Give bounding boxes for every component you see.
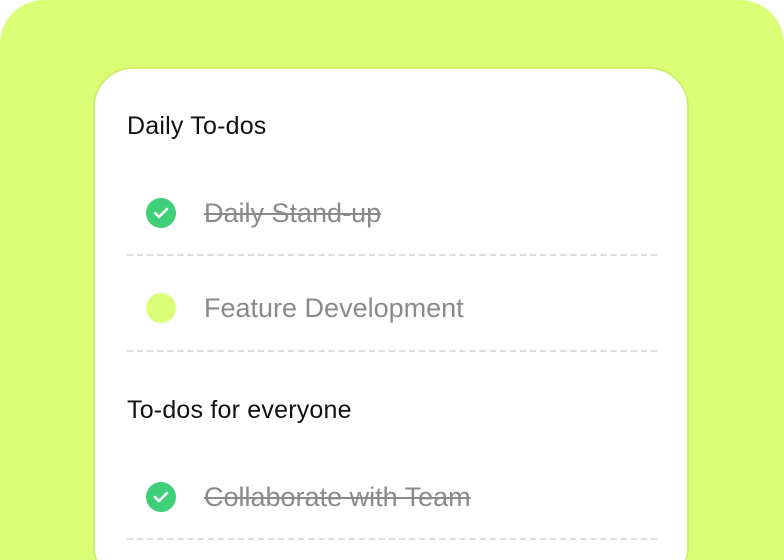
- todo-item[interactable]: Daily Stand-up: [127, 198, 657, 294]
- todo-item[interactable]: Feature Development: [127, 293, 657, 389]
- todo-label: Feature Development: [204, 293, 464, 323]
- lime-background: Daily To-dos Daily Stand-up Feature Deve…: [0, 0, 784, 560]
- todo-card: Daily To-dos Daily Stand-up Feature Deve…: [93, 67, 689, 560]
- section-title-daily: Daily To-dos: [127, 112, 267, 140]
- todo-item[interactable]: Collaborate with Team: [127, 482, 657, 560]
- dashed-divider: [127, 350, 657, 352]
- dashed-divider: [127, 538, 657, 540]
- todo-label: Daily Stand-up: [204, 198, 382, 228]
- circle-icon[interactable]: [146, 293, 176, 323]
- check-circle-icon[interactable]: [146, 198, 176, 228]
- check-circle-icon[interactable]: [146, 482, 176, 512]
- section-title-everyone: To-dos for everyone: [127, 396, 352, 424]
- dashed-divider: [127, 254, 657, 256]
- todo-label: Collaborate with Team: [204, 482, 471, 512]
